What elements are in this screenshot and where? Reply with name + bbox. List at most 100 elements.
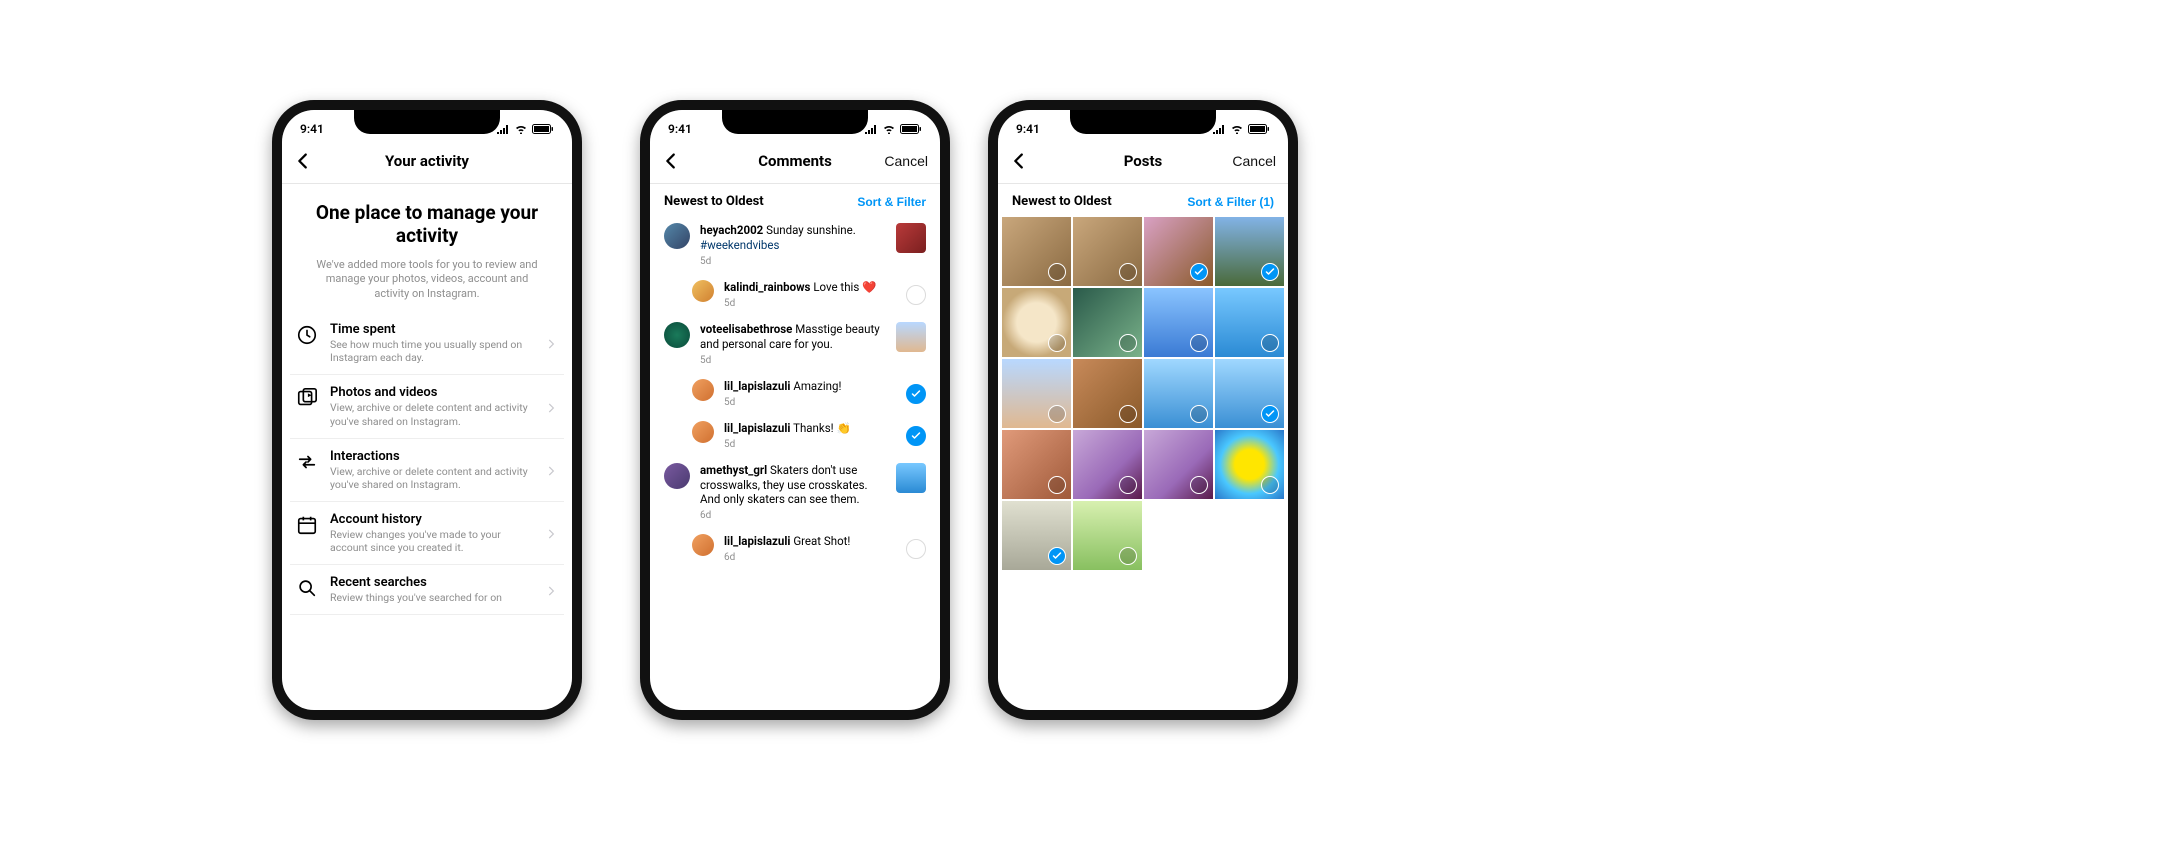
menu-item-title: Account history <box>330 512 532 527</box>
comments-list: heyach2002 Sunday sunshine. #weekendvibe… <box>650 217 940 570</box>
chevron-left-icon <box>292 150 314 172</box>
post-tile[interactable] <box>1144 430 1213 499</box>
select-checkbox[interactable] <box>1119 263 1137 281</box>
post-tile[interactable] <box>1073 501 1142 570</box>
cancel-button[interactable]: Cancel <box>1232 153 1276 169</box>
select-checkbox[interactable] <box>1261 405 1279 423</box>
comment-username[interactable]: amethyst_grl <box>700 463 767 477</box>
comment-username[interactable]: lil_lapislazuli <box>724 421 790 435</box>
select-checkbox[interactable] <box>1048 476 1066 494</box>
post-tile[interactable] <box>1073 217 1142 286</box>
comment-thumbnail <box>896 463 926 493</box>
chevron-left-icon <box>1008 150 1030 172</box>
comment-reply[interactable]: lil_lapislazuli Amazing! 5d <box>664 373 926 415</box>
menu-item-calendar[interactable]: Account history Review changes you've ma… <box>290 502 564 565</box>
phone-comments: 9:41 Comments Cancel Newest to Oldest So… <box>640 100 950 720</box>
post-tile[interactable] <box>1002 288 1071 357</box>
select-checkbox[interactable] <box>1261 476 1279 494</box>
select-checkbox[interactable] <box>1119 334 1137 352</box>
comment-username[interactable]: lil_lapislazuli <box>724 534 790 548</box>
select-checkbox[interactable] <box>906 539 926 559</box>
select-checkbox[interactable] <box>1048 334 1066 352</box>
menu-item-media[interactable]: Photos and videos View, archive or delet… <box>290 375 564 438</box>
post-tile[interactable] <box>1144 288 1213 357</box>
avatar[interactable] <box>664 223 690 249</box>
select-checkbox[interactable] <box>906 384 926 404</box>
menu-item-clock[interactable]: Time spent See how much time you usually… <box>290 312 564 375</box>
post-tile[interactable] <box>1215 430 1284 499</box>
comment-timestamp: 5d <box>700 354 886 367</box>
select-checkbox[interactable] <box>906 285 926 305</box>
menu-item-arrows[interactable]: Interactions View, archive or delete con… <box>290 439 564 502</box>
screen-posts: 9:41 Posts Cancel Newest to Oldest Sort … <box>998 110 1288 710</box>
comment-username[interactable]: lil_lapislazuli <box>724 379 790 393</box>
select-checkbox[interactable] <box>1261 263 1279 281</box>
posts-grid <box>998 217 1288 570</box>
search-icon <box>296 577 318 599</box>
hashtag[interactable]: #weekendvibes <box>700 238 779 252</box>
select-checkbox[interactable] <box>906 426 926 446</box>
select-checkbox[interactable] <box>1119 405 1137 423</box>
comment[interactable]: heyach2002 Sunday sunshine. #weekendvibe… <box>664 217 926 274</box>
post-tile[interactable] <box>1073 430 1142 499</box>
back-button[interactable] <box>660 150 682 172</box>
select-checkbox[interactable] <box>1190 263 1208 281</box>
select-checkbox[interactable] <box>1190 476 1208 494</box>
menu-item-subtitle: Review changes you've made to your accou… <box>330 528 532 554</box>
post-tile[interactable] <box>1144 359 1213 428</box>
post-tile[interactable] <box>1002 430 1071 499</box>
comment-reply[interactable]: lil_lapislazuli Great Shot! 6d <box>664 528 926 570</box>
post-tile[interactable] <box>1144 217 1213 286</box>
comment-username[interactable]: kalindi_rainbows <box>724 280 810 294</box>
sort-filter-button[interactable]: Sort & Filter (1) <box>1187 195 1274 209</box>
back-button[interactable] <box>1008 150 1030 172</box>
avatar[interactable] <box>692 534 714 556</box>
subheader: Newest to Oldest Sort & Filter <box>650 184 940 217</box>
avatar[interactable] <box>664 322 690 348</box>
menu-item-title: Time spent <box>330 322 532 337</box>
select-checkbox[interactable] <box>1190 405 1208 423</box>
sort-label: Newest to Oldest <box>1012 194 1112 209</box>
post-tile[interactable] <box>1215 217 1284 286</box>
select-checkbox[interactable] <box>1048 547 1066 565</box>
chevron-right-icon <box>544 400 558 414</box>
post-tile[interactable] <box>1002 217 1071 286</box>
battery-icon <box>1248 124 1270 134</box>
wifi-icon <box>1230 124 1244 134</box>
post-tile[interactable] <box>1215 288 1284 357</box>
comment-username[interactable]: heyach2002 <box>700 223 763 237</box>
select-checkbox[interactable] <box>1119 547 1137 565</box>
post-tile[interactable] <box>1073 359 1142 428</box>
avatar[interactable] <box>664 463 690 489</box>
post-tile[interactable] <box>1073 288 1142 357</box>
avatar[interactable] <box>692 280 714 302</box>
comment-reply[interactable]: lil_lapislazuli Thanks! 👏 5d <box>664 415 926 457</box>
select-checkbox[interactable] <box>1261 334 1279 352</box>
back-button[interactable] <box>292 150 314 172</box>
status-time: 9:41 <box>668 122 692 136</box>
post-tile[interactable] <box>1215 359 1284 428</box>
menu-item-title: Interactions <box>330 449 532 464</box>
post-tile[interactable] <box>1002 359 1071 428</box>
avatar[interactable] <box>692 421 714 443</box>
menu-list: Time spent See how much time you usually… <box>282 312 572 615</box>
select-checkbox[interactable] <box>1048 263 1066 281</box>
sort-filter-button[interactable]: Sort & Filter <box>857 195 926 209</box>
select-checkbox[interactable] <box>1190 334 1208 352</box>
page-title: Your activity <box>282 152 572 170</box>
menu-item-search[interactable]: Recent searches Review things you've sea… <box>290 565 564 615</box>
comment[interactable]: amethyst_grl Skaters don't use crosswalk… <box>664 457 926 529</box>
avatar[interactable] <box>692 379 714 401</box>
wifi-icon <box>882 124 896 134</box>
comment-timestamp: 5d <box>724 438 896 451</box>
phone-posts: 9:41 Posts Cancel Newest to Oldest Sort … <box>988 100 1298 720</box>
post-tile[interactable] <box>1002 501 1071 570</box>
comment-reply[interactable]: kalindi_rainbows Love this ❤️ 5d <box>664 274 926 316</box>
cancel-button[interactable]: Cancel <box>884 153 928 169</box>
select-checkbox[interactable] <box>1048 405 1066 423</box>
comment-username[interactable]: voteelisabethrose <box>700 322 792 336</box>
comment[interactable]: voteelisabethrose Masstige beauty and pe… <box>664 316 926 373</box>
arrows-icon <box>296 451 318 473</box>
select-checkbox[interactable] <box>1119 476 1137 494</box>
menu-item-title: Photos and videos <box>330 385 532 400</box>
